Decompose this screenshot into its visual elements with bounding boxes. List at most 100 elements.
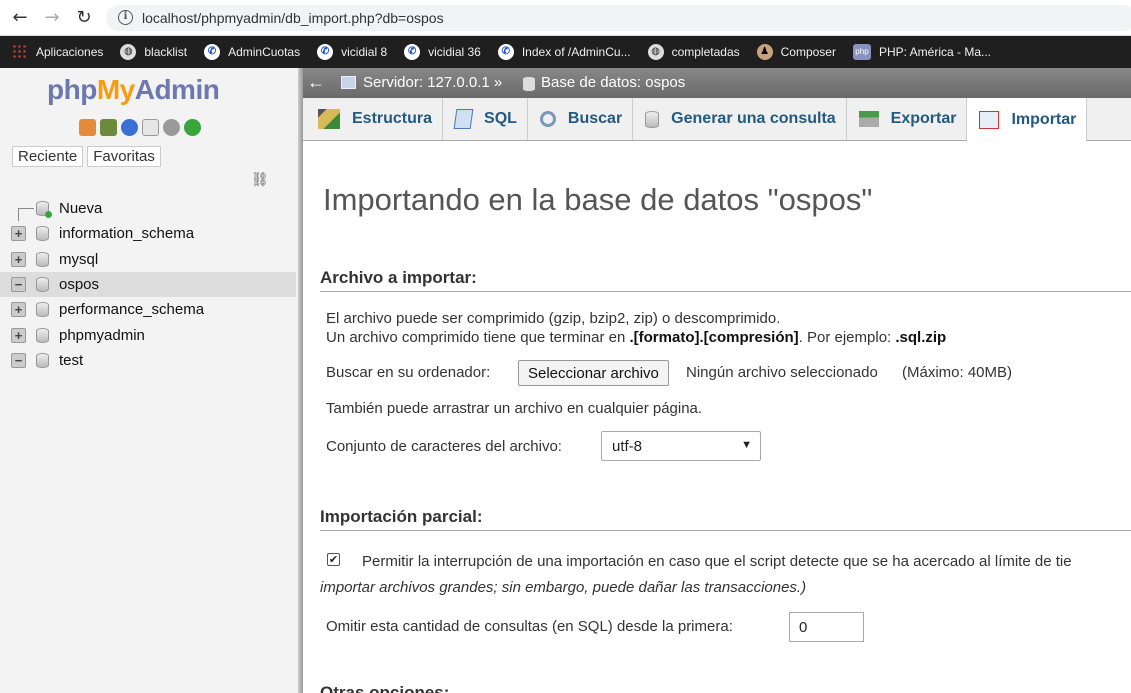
tree-item-information-schema[interactable]: + information_schema [0,221,296,246]
tab-query[interactable]: Generar una consulta [633,98,847,140]
database-icon [36,226,49,242]
bookmark-blacklist[interactable]: ◍ blacklist [120,44,187,60]
bookmark-completadas[interactable]: ◍ completadas [647,44,740,60]
tree-item-test[interactable]: − test [0,348,296,373]
query-icon [645,110,660,128]
import-page: Importando en la base de datos "ospos" A… [303,141,1131,693]
tree-item-phpmyadmin[interactable]: + phpmyadmin [0,322,296,347]
bookmark-label: blacklist [144,45,188,59]
database-icon [36,302,49,318]
choose-file-button[interactable]: Seleccionar archivo [518,360,669,386]
breadcrumb-database[interactable]: Base de datos: ospos [541,74,685,91]
tree-item-label: mysql [59,250,99,268]
other-options-heading: Otras opciones: [320,683,450,693]
bookmark-label: PHP: América - Ma... [878,45,992,59]
bookmark-aplicaciones[interactable]: Aplicaciones [12,44,103,60]
expand-icon[interactable]: + [11,302,26,318]
skip-queries-label: Omitir esta cantidad de consultas (en SQ… [326,618,733,635]
tab-sql[interactable]: SQL [443,98,528,140]
partial-section-heading: Importación parcial: [320,507,1131,531]
tab-label: Buscar [567,110,623,127]
tab-label: Importar [1011,110,1077,128]
php-icon: php [852,44,871,60]
charset-label: Conjunto de caracteres del archivo: [326,438,562,455]
collapse-icon[interactable]: − [11,352,26,368]
phone-icon: ✆ [204,44,221,60]
tab-import[interactable]: Importar [967,98,1088,141]
tree-item-new[interactable]: Nueva [0,196,296,221]
url-text[interactable]: localhost/phpmyadmin/db_import.php?db=os… [142,10,444,26]
collapse-icon[interactable]: − [11,277,26,293]
skip-queries-input[interactable] [789,612,864,642]
url-field[interactable]: i localhost/phpmyadmin/db_import.php?db=… [106,5,1131,31]
reload-navigation-icon[interactable] [184,119,201,136]
forward-arrow-icon[interactable]: → [42,8,62,28]
structure-icon [318,109,340,129]
tree-item-label: test [59,351,84,369]
info-icon[interactable]: i [118,10,133,25]
tab-label: SQL [484,110,517,127]
expand-icon[interactable]: + [11,226,26,242]
bookmark-label: Composer [780,45,836,59]
bookmark-admincuotas[interactable]: ✆ AdminCuotas [204,44,300,60]
browse-label: Buscar en su ordenador: [326,364,491,381]
expand-icon[interactable]: + [11,251,26,267]
globe-icon: ◍ [120,44,137,60]
tree-item-performance-schema[interactable]: + performance_schema [0,297,296,322]
bookmarks-bar: Aplicaciones ◍ blacklist ✆ AdminCuotas ✆ vi… [0,36,1131,68]
bookmark-vicidial-8[interactable]: ✆ vicidial 8 [317,44,387,60]
tab-export[interactable]: Exportar [847,98,968,140]
reload-icon[interactable]: ↻ [74,8,94,28]
tree-item-label: Nueva [59,200,103,218]
navigation-sidebar: phpMyAdmin Reciente Favoritas ⛓ Nueva + … [0,68,300,693]
documentation-icon[interactable] [142,119,159,136]
drag-hint: También puede arrastrar un archivo en cu… [326,400,703,417]
new-database-icon [36,201,52,219]
globe-icon: ◍ [647,44,664,60]
file-section-heading: Archivo a importar: [320,268,1131,292]
phone-icon: ✆ [317,44,334,60]
collapse-sidebar-arrow-icon[interactable]: ← [307,72,325,93]
browser-address-bar: ← → ↻ i localhost/phpmyadmin/db_import.p… [0,0,1131,36]
export-icon [858,111,879,127]
recent-tab[interactable]: Reciente [12,146,84,167]
allow-interrupt-note: importar archivos grandes; sin embargo, … [320,579,807,596]
recent-favorites-tabs: Reciente Favoritas [12,146,161,167]
bookmark-index-admincu[interactable]: ✆ Index of /AdminCu... [497,44,631,60]
gear-icon[interactable] [163,119,180,136]
max-size-text: (Máximo: 40MB) [902,364,1013,381]
bookmark-php-america[interactable]: php PHP: América - Ma... [852,44,992,60]
allow-interrupt-checkbox[interactable]: ✔ [327,553,340,566]
bookmark-label: Index of /AdminCu... [521,45,631,59]
database-icon [36,327,49,343]
bookmark-vicidial-36[interactable]: ✆ vicidial 36 [404,44,481,60]
breadcrumb-server[interactable]: Servidor: 127.0.0.1 » [363,74,502,91]
sql-icon [453,109,474,129]
charset-select[interactable]: utf-8 ▼ [601,431,761,461]
bookmark-label: vicidial 36 [428,45,481,59]
expand-icon[interactable]: + [11,327,26,343]
tab-search[interactable]: Buscar [528,98,634,140]
phone-icon: ✆ [404,44,421,60]
tab-label: Estructura [352,110,433,127]
tree-item-label: ospos [59,276,100,294]
link-icon[interactable]: ⛓ [251,172,269,188]
home-icon[interactable] [79,119,96,136]
help-icon[interactable] [121,119,138,136]
tree-item-label: phpmyadmin [59,326,145,344]
tab-structure[interactable]: Estructura [306,98,444,140]
favorites-tab[interactable]: Favoritas [87,146,161,167]
phpmyadmin-logo[interactable]: phpMyAdmin [47,74,220,106]
bookmark-composer[interactable]: ♟ Composer [756,44,836,60]
main-tabs: Estructura SQL Buscar Generar una consul… [303,98,1131,141]
tree-item-mysql[interactable]: + mysql [0,247,296,272]
page-title: Importando en la base de datos "ospos" [323,182,873,217]
tab-label: Exportar [890,110,957,127]
composer-icon: ♟ [756,44,773,60]
database-tree: Nueva + information_schema + mysql − osp… [0,196,296,373]
logout-icon[interactable] [100,119,117,136]
allow-interrupt-label: Permitir la interrupción de una importac… [362,553,1072,570]
back-arrow-icon[interactable]: ← [10,8,30,28]
tree-item-ospos[interactable]: − ospos [0,271,296,298]
search-icon [539,111,556,127]
